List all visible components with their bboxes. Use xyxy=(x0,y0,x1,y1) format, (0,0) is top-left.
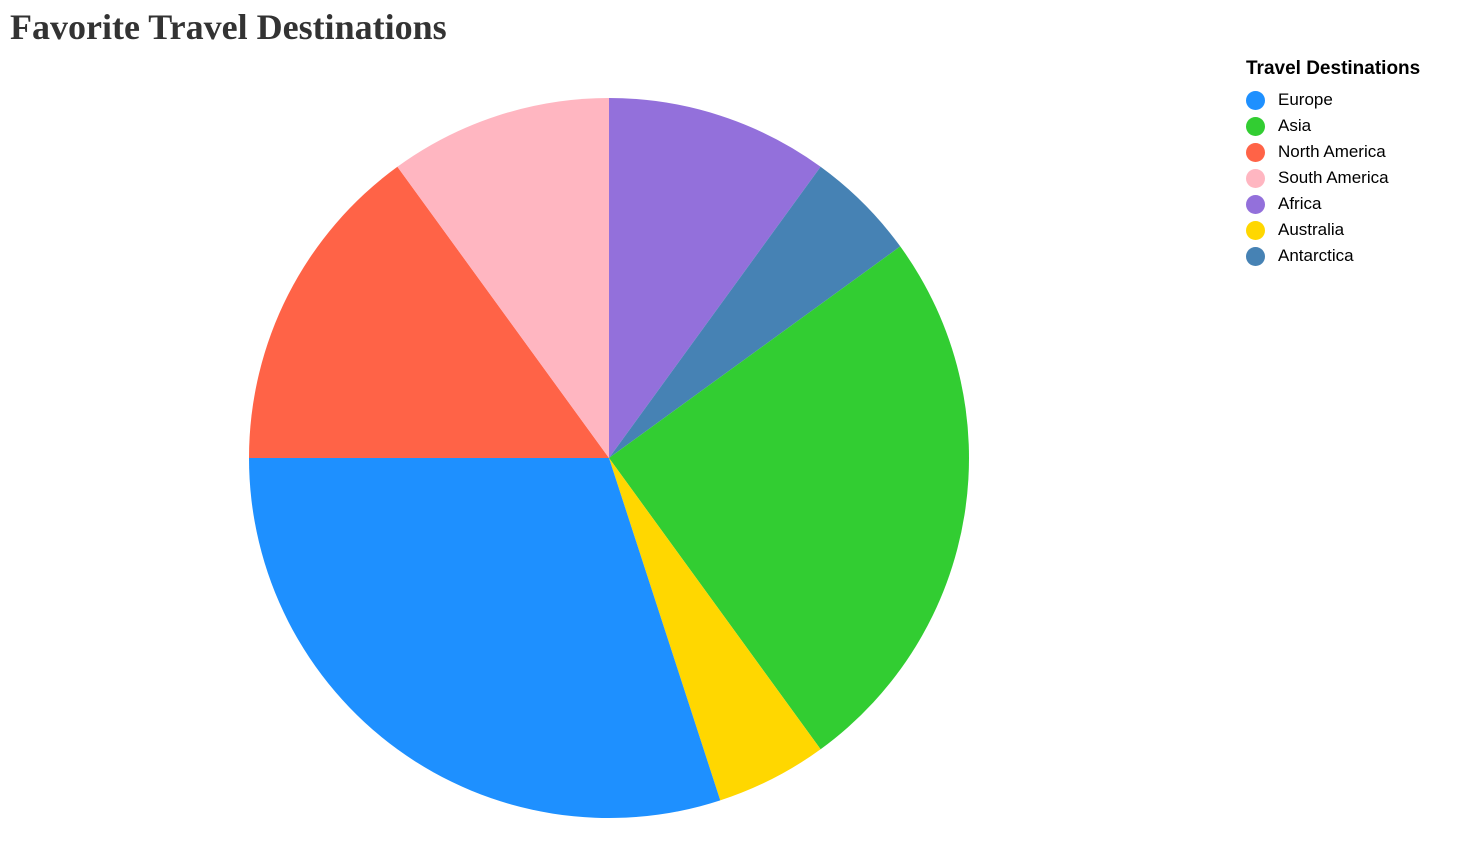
legend-title: Travel Destinations xyxy=(1246,58,1421,79)
legend-item-europe[interactable]: Europe xyxy=(1246,87,1420,113)
legend-item-asia[interactable]: Asia xyxy=(1246,113,1420,139)
legend-label-australia: Australia xyxy=(1278,220,1345,239)
legend-swatch-asia xyxy=(1246,116,1265,136)
legend-swatch-north-america xyxy=(1246,142,1265,162)
legend: Travel Destinations Europe Asia North Amer… xyxy=(1246,58,1420,269)
legend-label-antarctica: Antarctica xyxy=(1278,246,1354,265)
legend-label-asia: Asia xyxy=(1278,116,1312,135)
legend-swatch-europe xyxy=(1246,90,1265,110)
pie-chart xyxy=(248,98,970,819)
legend-items: Europe Asia North America South America Afri… xyxy=(1246,87,1420,269)
legend-item-africa[interactable]: Africa xyxy=(1246,191,1420,217)
legend-label-africa: Africa xyxy=(1278,194,1322,213)
legend-item-north-america[interactable]: North America xyxy=(1246,139,1420,165)
pie-slices xyxy=(248,98,970,819)
legend-label-north-america: North America xyxy=(1278,142,1386,161)
legend-swatch-africa xyxy=(1246,194,1265,214)
legend-swatch-south-america xyxy=(1246,168,1265,188)
legend-label-south-america: South America xyxy=(1278,168,1389,187)
legend-item-antarctica[interactable]: Antarctica xyxy=(1246,243,1420,269)
legend-label-europe: Europe xyxy=(1278,90,1333,109)
legend-swatch-australia xyxy=(1246,220,1265,240)
legend-item-australia[interactable]: Australia xyxy=(1246,217,1420,243)
legend-swatch-antarctica xyxy=(1246,246,1265,266)
legend-item-south-america[interactable]: South America xyxy=(1246,165,1420,191)
